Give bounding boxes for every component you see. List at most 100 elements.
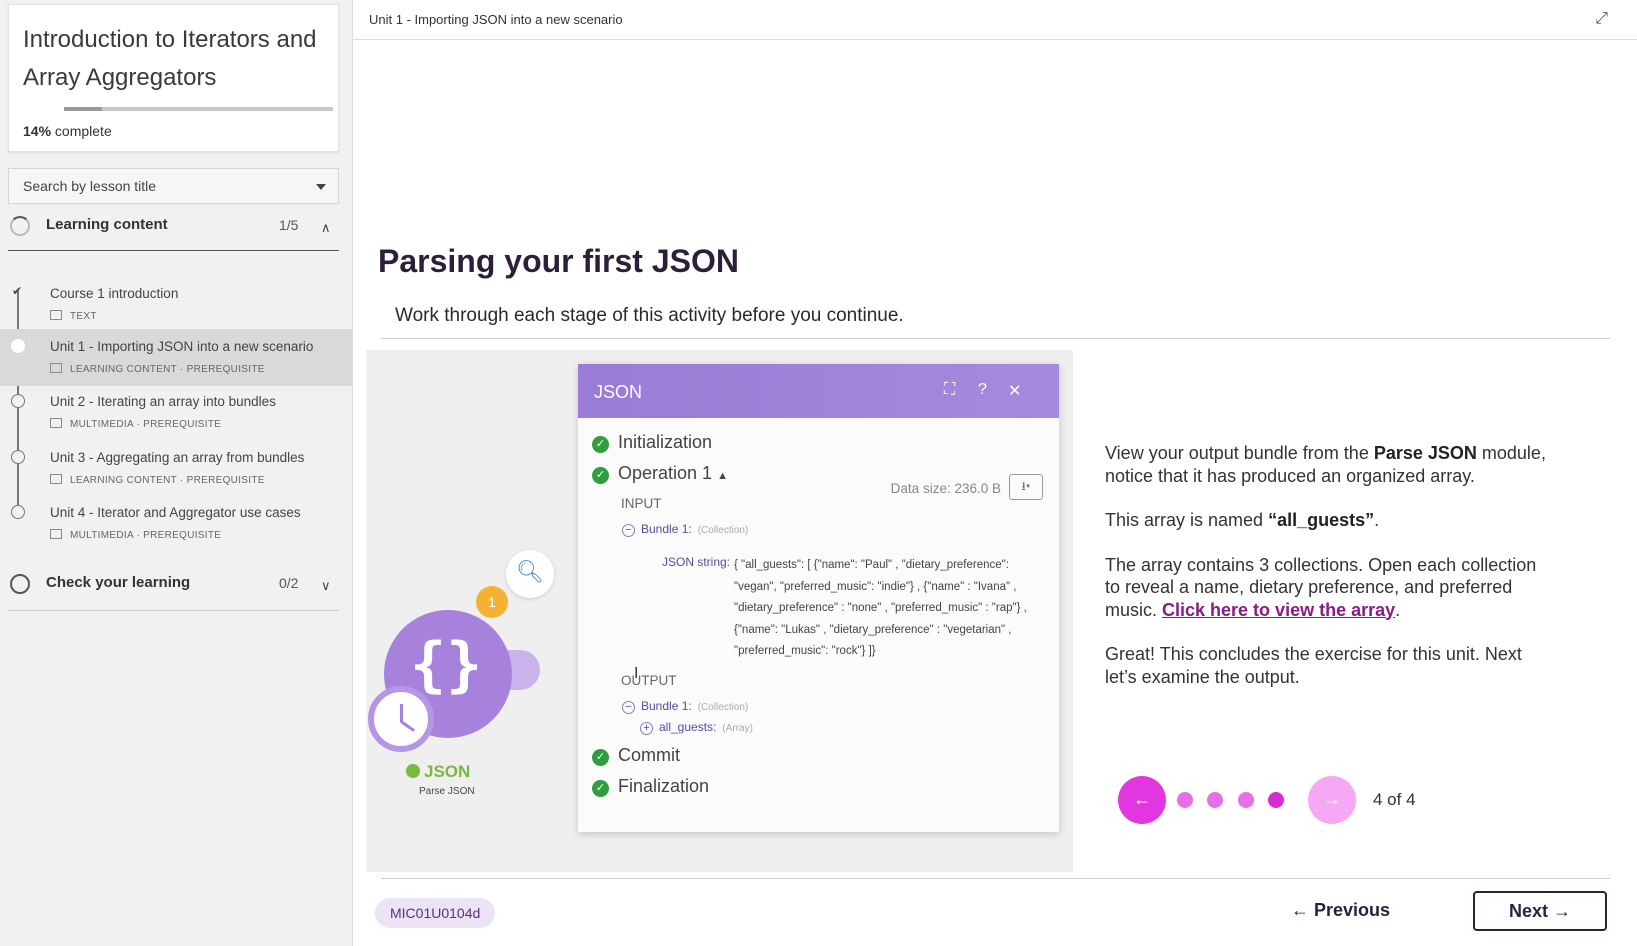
progress-fill [64, 107, 102, 111]
section-count: 1/5 [279, 217, 299, 233]
pager-dot[interactable] [1207, 792, 1223, 808]
close-icon: ✕ [1008, 383, 1022, 400]
divider [381, 338, 1610, 339]
lesson-title: Unit 1 - Importing JSON into a new scena… [50, 339, 314, 354]
output-label: OUTPUT [621, 673, 677, 688]
course-title: Introduction to Iterators and Array Aggr… [23, 26, 317, 91]
expand-icon[interactable]: ⤢ [1595, 10, 1608, 28]
divider [8, 610, 339, 611]
content-icon [50, 474, 62, 484]
pager-next-button[interactable]: → [1308, 776, 1356, 824]
json-string-value: { "all_guests": [ {"name": "Paul" , "die… [734, 559, 1027, 657]
download-icon: ⭳▾ [1009, 474, 1043, 500]
collapse-icon: − [622, 701, 635, 714]
stage-commit: ✓ Commit [592, 745, 680, 766]
lesson-meta: MULTIMEDIA · PREREQUISITE [50, 529, 221, 541]
lesson-code-badge: MIC01U0104d [375, 898, 496, 928]
output-bundle: − Bundle 1: (Collection) [622, 699, 748, 714]
check-icon: ✓ [592, 467, 609, 484]
check-icon [406, 764, 420, 778]
lesson-title: Unit 2 - Iterating an array into bundles [50, 394, 276, 409]
text-doc-icon [50, 310, 62, 320]
check-icon: ✓ [592, 749, 609, 766]
lesson-item-active[interactable]: Unit 1 - Importing JSON into a new scena… [0, 329, 352, 386]
section-check-learning[interactable]: Check your learning 0/2 ∨ [8, 566, 339, 604]
explain-paragraph: Great! This concludes the exercise for t… [1105, 644, 1522, 687]
module-name: JSON [406, 762, 470, 782]
page-subtitle: Work through each stage of this activity… [395, 305, 904, 326]
braces-icon: {} [410, 630, 483, 700]
activity-image: {} 1 🔍︎ JSON Parse JSON JSON ⛶ ? ✕ ✓ Init… [366, 350, 1073, 872]
panel-title: JSON [594, 382, 643, 402]
section-title: Learning content [46, 216, 168, 233]
text-cursor-icon: I [634, 665, 639, 682]
lesson-meta: LEARNING CONTENT · PREREQUISITE [50, 474, 265, 486]
pager-count: 4 of 4 [1373, 790, 1416, 809]
check-icon: ✔ [12, 284, 23, 298]
fullscreen-icon: ⛶ [944, 381, 956, 398]
lesson-title: Unit 3 - Aggregating an array from bundl… [50, 450, 305, 465]
section-title: Check your learning [46, 574, 191, 591]
pager-dot-current[interactable] [1268, 792, 1284, 808]
lesson-item[interactable]: Unit 4 - Iterator and Aggregator use cas… [0, 495, 352, 552]
progress-text: 14% complete [23, 123, 112, 139]
status-dot [11, 450, 25, 464]
view-array-link[interactable]: Click here to view the array [1162, 600, 1395, 620]
next-button[interactable]: Next → [1473, 891, 1607, 931]
step-pager: ← → 4 of 4 [1118, 776, 1438, 826]
search-icon: 🔍︎ [506, 550, 554, 598]
lesson-title: Unit 4 - Iterator and Aggregator use cas… [50, 505, 301, 520]
panel-header: JSON ⛶ ? ✕ [578, 364, 1059, 418]
chevron-down-icon[interactable]: ∨ [321, 578, 331, 594]
breadcrumb: Unit 1 - Importing JSON into a new scena… [369, 12, 623, 27]
pager-dot[interactable] [1177, 792, 1193, 808]
stage-finalization: ✓ Finalization [592, 776, 709, 797]
lesson-meta: MULTIMEDIA · PREREQUISITE [50, 418, 221, 430]
multimedia-icon [50, 529, 62, 539]
caret-up-icon: ▲ [717, 470, 728, 482]
input-bundle: − Bundle 1: (Collection) [622, 522, 748, 537]
lesson-search-select[interactable]: Search by lesson title [8, 168, 339, 204]
topbar: Unit 1 - Importing JSON into a new scena… [353, 0, 1637, 40]
all-guests-item: + all_guests: (Array) [640, 720, 753, 735]
check-icon: ✓ [592, 780, 609, 797]
divider [381, 878, 1610, 879]
caret-down-icon [316, 184, 326, 190]
collapse-icon: − [622, 524, 635, 537]
chevron-up-icon[interactable]: ∧ [321, 220, 331, 236]
explain-paragraph: The array contains 3 collections. Open e… [1105, 554, 1537, 620]
main-panel: Unit 1 - Importing JSON into a new scena… [352, 0, 1637, 946]
json-output-panel: JSON ⛶ ? ✕ ✓ Initialization ✓ Operation 1 … [578, 364, 1059, 832]
status-dot [11, 394, 25, 408]
progress-ring-icon [10, 574, 30, 594]
status-dot [11, 505, 25, 519]
lesson-title: Course 1 introduction [50, 286, 179, 301]
pager-prev-button[interactable]: ← [1118, 776, 1166, 824]
stage-operation: ✓ Operation 1 ▲ [592, 463, 728, 484]
status-dot [11, 339, 25, 353]
input-label: INPUT [621, 496, 662, 511]
course-card: Introduction to Iterators and Array Aggr… [8, 4, 339, 152]
lesson-item[interactable]: Unit 2 - Iterating an array into bundles… [0, 384, 352, 441]
pager-dot[interactable] [1238, 792, 1254, 808]
lesson-item[interactable]: ✔ Course 1 introduction TEXT [0, 276, 352, 333]
clock-icon [368, 686, 434, 752]
data-size: Data size: 236.0 B [890, 481, 1001, 496]
stage-initialization: ✓ Initialization [592, 432, 712, 453]
section-learning-content[interactable]: Learning content 1/5 ∧ [8, 208, 339, 246]
check-icon: ✓ [592, 436, 609, 453]
lesson-meta: LEARNING CONTENT · PREREQUISITE [50, 363, 265, 375]
search-placeholder: Search by lesson title [23, 178, 157, 194]
section-count: 0/2 [279, 575, 299, 591]
expand-plus-icon: + [640, 722, 653, 735]
explanation-text: View your output bundle from the Parse J… [1105, 442, 1555, 710]
explain-paragraph: This array is named “all_guests”. [1105, 510, 1380, 530]
lesson-item[interactable]: Unit 3 - Aggregating an array from bundl… [0, 440, 352, 497]
lesson-meta: TEXT [50, 310, 97, 322]
page-title: Parsing your first JSON [378, 243, 739, 279]
multimedia-icon [50, 418, 62, 428]
previous-button[interactable]: ← Previous [1291, 900, 1390, 921]
json-module-graphic: {} 1 🔍︎ JSON Parse JSON [366, 550, 576, 870]
progress-bar [64, 107, 333, 111]
operation-badge: 1 [476, 586, 508, 618]
